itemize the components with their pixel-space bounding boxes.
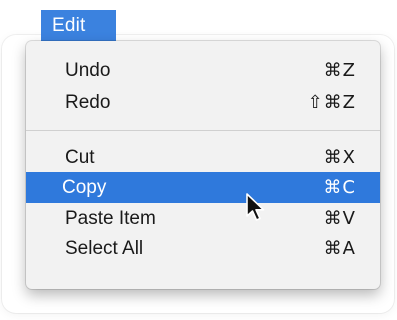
menu-item-shortcut: ⌘V <box>323 208 356 229</box>
menu-item-paste-item[interactable]: Paste Item ⌘V <box>26 204 380 234</box>
menu-separator <box>26 130 380 131</box>
menu-item-shortcut: ⌘C <box>323 177 356 198</box>
menu-item-select-all[interactable]: Select All ⌘A <box>26 234 380 264</box>
menu-item-label: Undo <box>65 60 111 81</box>
menu-item-label: Select All <box>65 238 144 259</box>
menu-item-copy[interactable]: Copy ⌘C <box>26 172 380 203</box>
edit-menu-title-label: Edit <box>52 15 86 36</box>
menu-item-label: Paste Item <box>65 208 156 229</box>
menu-item-shortcut: ⌘Z <box>323 60 356 81</box>
menu-item-shortcut: ⇧⌘Z <box>307 92 356 113</box>
menu-item-label: Redo <box>65 92 111 113</box>
screenshot-frame: Edit Undo ⌘Z Redo ⇧⌘Z Cut ⌘X Copy ⌘C Pas… <box>0 0 397 320</box>
edit-menu-dropdown: Undo ⌘Z Redo ⇧⌘Z Cut ⌘X Copy ⌘C Paste It… <box>26 41 380 289</box>
menu-item-undo[interactable]: Undo ⌘Z <box>26 56 380 86</box>
menu-item-label: Copy <box>62 177 107 198</box>
menu-item-shortcut: ⌘X <box>323 147 356 168</box>
edit-menu-title[interactable]: Edit <box>41 10 116 41</box>
menu-item-cut[interactable]: Cut ⌘X <box>26 143 380 173</box>
arrow-cursor-icon <box>246 193 265 221</box>
menu-item-redo[interactable]: Redo ⇧⌘Z <box>26 88 380 118</box>
menu-item-label: Cut <box>65 147 95 168</box>
menu-item-shortcut: ⌘A <box>323 238 356 259</box>
